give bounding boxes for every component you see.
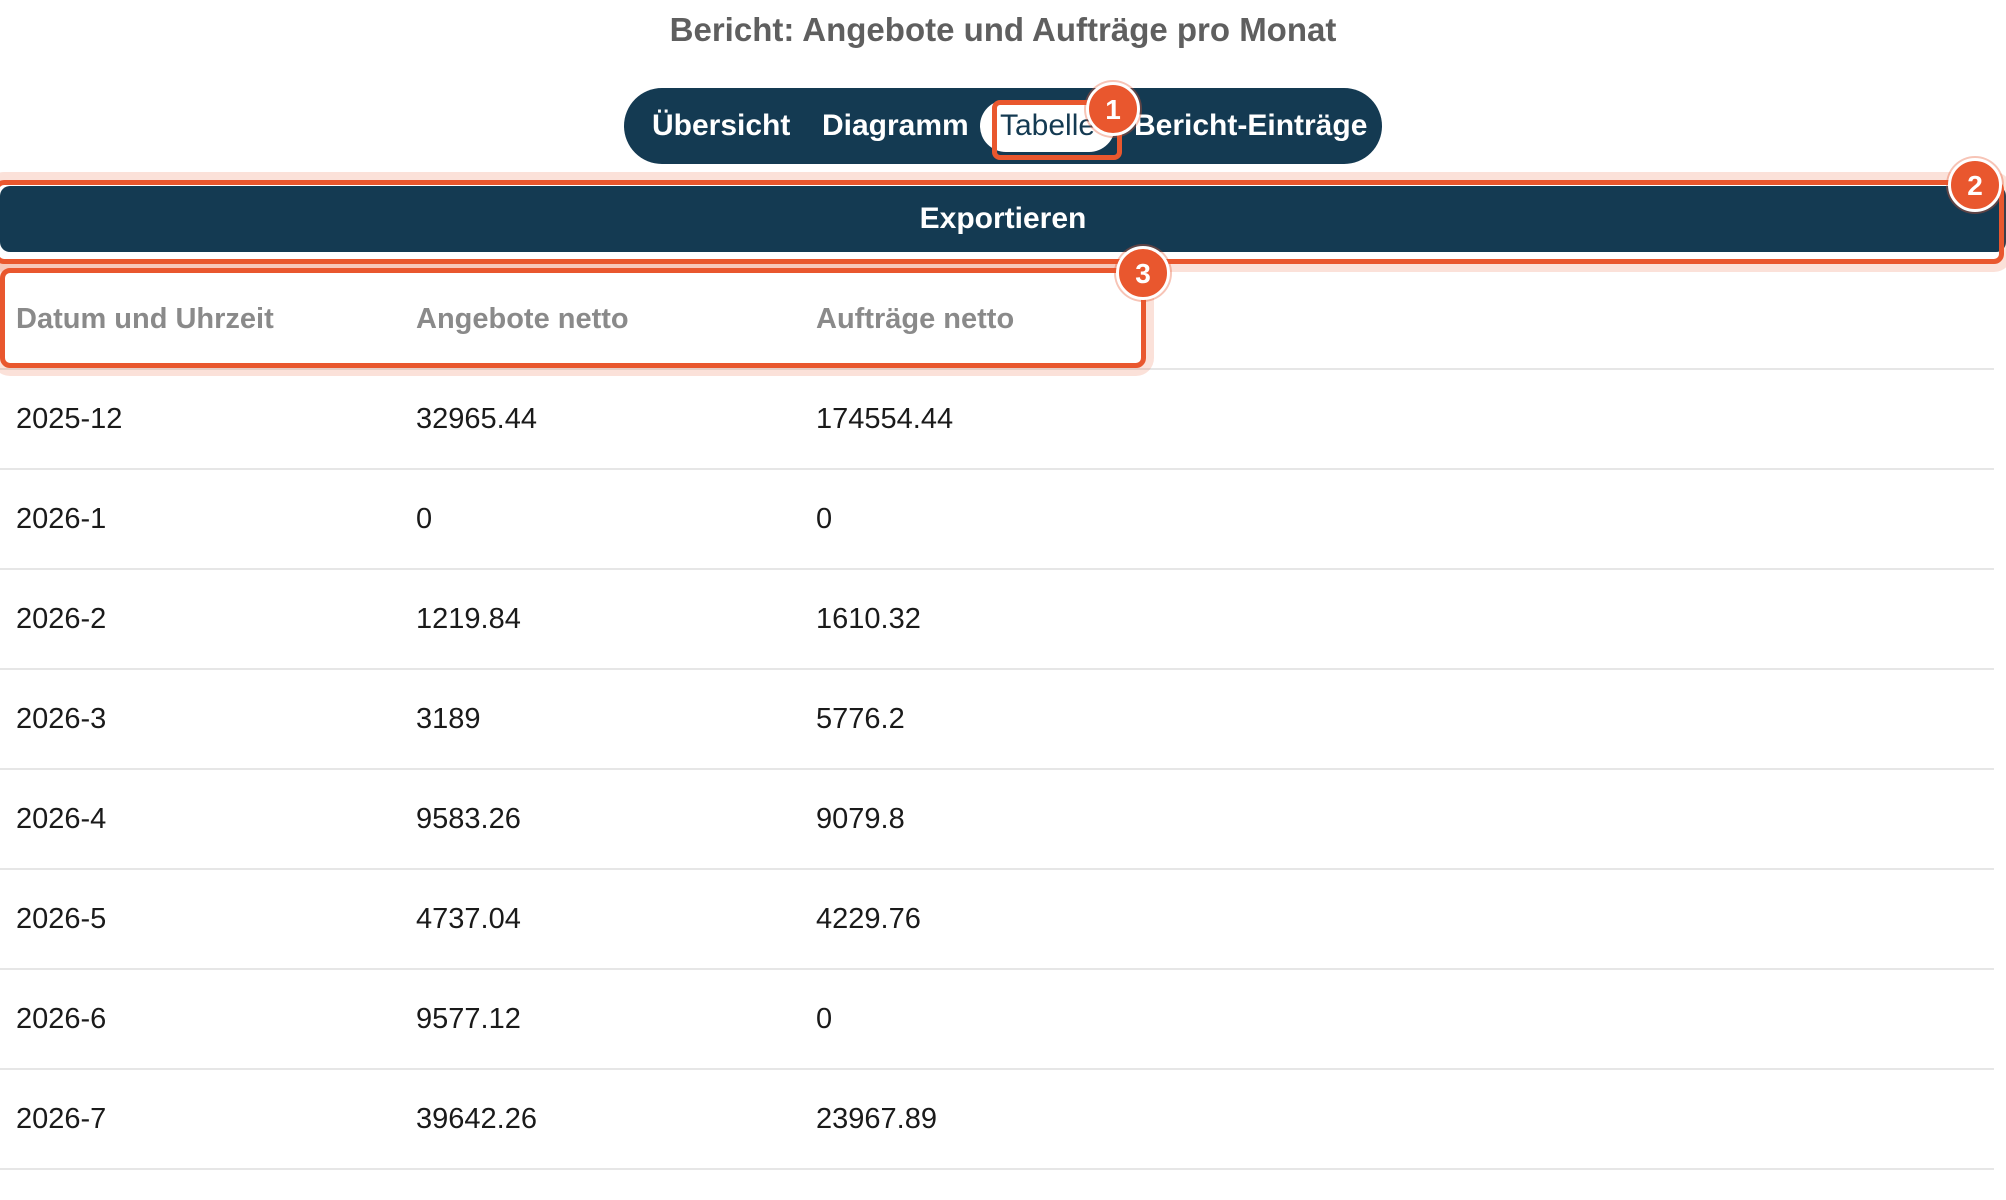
cell-date: 2026-5: [0, 869, 400, 970]
cell-offers-net: 39642.26: [400, 1069, 800, 1170]
cell-orders-net: 174554.44: [800, 369, 1994, 470]
cell-date: 2026-6: [0, 969, 400, 1070]
column-header-orders-net: Aufträge netto: [800, 270, 1994, 370]
cell-orders-net: 1610.32: [800, 569, 1994, 670]
cell-offers-net: 3189: [400, 669, 800, 770]
annotation-badge-2: 2: [1948, 158, 2002, 212]
cell-date: 2025-12: [0, 369, 400, 470]
tab-overview[interactable]: Übersicht: [652, 104, 790, 148]
table-row: 2026-2 1219.84 1610.32: [0, 569, 1994, 670]
tab-diagram[interactable]: Diagramm: [822, 104, 969, 148]
cell-date: 2026-7: [0, 1069, 400, 1170]
cell-offers-net: 0: [400, 469, 800, 570]
cell-orders-net: 0: [800, 969, 1994, 1070]
cell-offers-net: 1219.84: [400, 569, 800, 670]
export-button[interactable]: Exportieren: [0, 186, 2006, 252]
cell-date: 2026-3: [0, 669, 400, 770]
cell-orders-net: 4229.76: [800, 869, 1994, 970]
table-row: 2025-12 32965.44 174554.44: [0, 369, 1994, 470]
cell-offers-net: 9583.26: [400, 769, 800, 870]
table-row: 2026-3 3189 5776.2: [0, 669, 1994, 770]
cell-offers-net: 9577.12: [400, 969, 800, 1070]
table-row: 2026-7 39642.26 23967.89: [0, 1069, 1994, 1170]
cell-orders-net: 23967.89: [800, 1069, 1994, 1170]
annotation-badge-3: 3: [1116, 246, 1170, 300]
view-tab-bar: Übersicht Diagramm Tabelle Bericht-Eintr…: [624, 88, 1382, 164]
cell-offers-net: 32965.44: [400, 369, 800, 470]
tab-report-entries[interactable]: Bericht-Einträge: [1134, 104, 1367, 148]
table-header-row: Datum und Uhrzeit Angebote netto Aufträg…: [0, 270, 1994, 370]
table-row: 2026-4 9583.26 9079.8: [0, 769, 1994, 870]
column-header-offers-net: Angebote netto: [400, 270, 800, 370]
cell-orders-net: 5776.2: [800, 669, 1994, 770]
cell-date: 2026-2: [0, 569, 400, 670]
table-row: 2026-5 4737.04 4229.76: [0, 869, 1994, 970]
table-row: 2026-1 0 0: [0, 469, 1994, 570]
cell-orders-net: 0: [800, 469, 1994, 570]
cell-date: 2026-1: [0, 469, 400, 570]
cell-offers-net: 4737.04: [400, 869, 800, 970]
cell-date: 2026-4: [0, 769, 400, 870]
page-title: Bericht: Angebote und Aufträge pro Monat: [669, 11, 1337, 48]
cell-orders-net: 9079.8: [800, 769, 1994, 870]
report-table: Datum und Uhrzeit Angebote netto Aufträg…: [0, 270, 1994, 1170]
annotation-badge-1: 1: [1086, 82, 1140, 136]
column-header-date: Datum und Uhrzeit: [0, 270, 400, 370]
table-row: 2026-6 9577.12 0: [0, 969, 1994, 1070]
